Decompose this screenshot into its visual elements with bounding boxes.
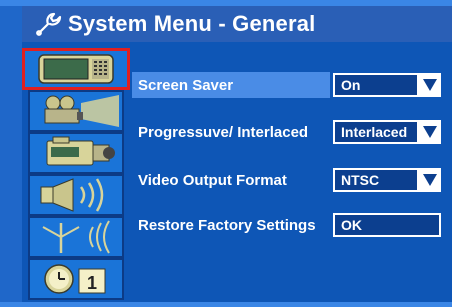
setting-label: Progressuve/ Interlaced — [138, 123, 309, 141]
sidebar-item-camera[interactable] — [28, 132, 124, 174]
sidebar-item-channels[interactable] — [28, 216, 124, 258]
setting-label: Restore Factory Settings — [138, 216, 316, 234]
projector-icon — [44, 95, 119, 127]
sidebar: 1 — [22, 48, 130, 302]
dropdown-arrow[interactable] — [419, 73, 441, 97]
tv-icon — [38, 54, 114, 84]
antenna-icon — [42, 220, 110, 254]
setting-row-screen-saver[interactable]: Screen Saver On — [132, 72, 450, 98]
setting-value-dropdown[interactable]: NTSC — [333, 168, 419, 192]
chevron-down-icon — [423, 79, 437, 91]
setting-value-dropdown[interactable]: Interlaced — [333, 120, 419, 144]
dropdown-arrow[interactable] — [419, 120, 441, 144]
sidebar-item-general[interactable] — [22, 48, 130, 90]
ok-button[interactable]: OK — [333, 213, 441, 237]
sidebar-item-video[interactable] — [28, 90, 124, 132]
setting-row-video-output[interactable]: Video Output Format NTSC — [132, 167, 450, 193]
setting-row-progressive[interactable]: Progressuve/ Interlaced Interlaced — [132, 119, 450, 145]
speaker-icon — [40, 178, 104, 212]
setting-value-dropdown[interactable]: On — [333, 73, 419, 97]
page-title: System Menu - General — [68, 11, 316, 36]
sidebar-item-time[interactable]: 1 — [28, 258, 124, 300]
svg-text:1: 1 — [87, 273, 97, 293]
chevron-down-icon — [423, 174, 437, 186]
wrench-icon — [36, 12, 62, 36]
bottom-border — [0, 302, 452, 307]
clock-icon: 1 — [44, 264, 106, 294]
chevron-down-icon — [423, 126, 437, 138]
menu-header: System Menu - General — [22, 6, 452, 42]
setting-label: Screen Saver — [132, 72, 330, 98]
setting-label: Video Output Format — [138, 171, 287, 189]
dropdown-arrow[interactable] — [419, 168, 441, 192]
setting-row-restore-factory[interactable]: Restore Factory Settings OK — [132, 212, 450, 238]
camcorder-icon — [46, 136, 115, 166]
sidebar-item-audio[interactable] — [28, 174, 124, 216]
